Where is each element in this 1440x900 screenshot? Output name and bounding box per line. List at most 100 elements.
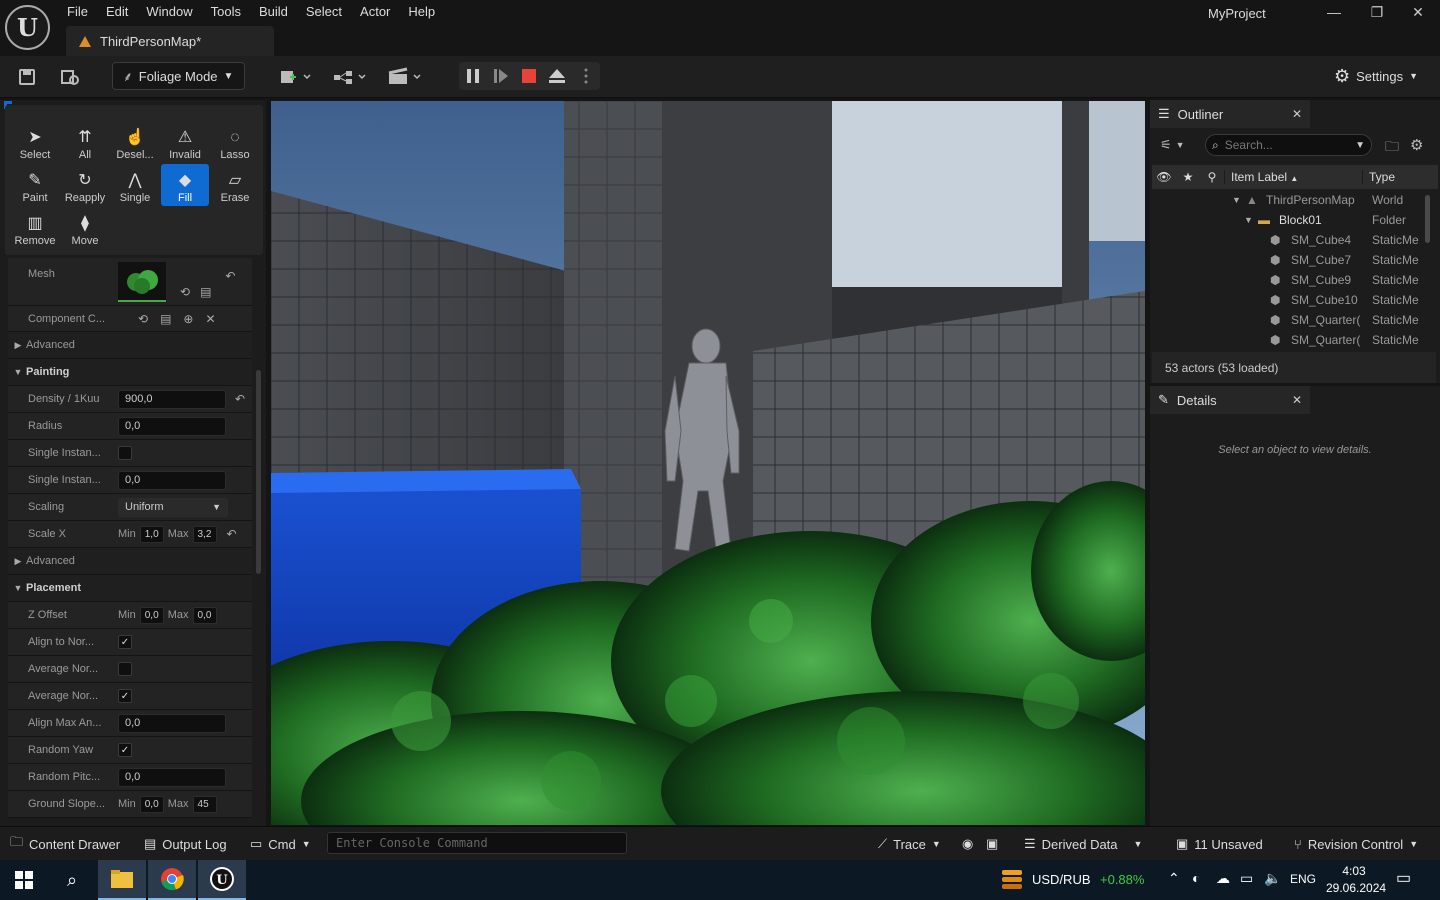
close-window-button[interactable]: ✕ xyxy=(1398,0,1438,24)
record-icon[interactable]: ◉ xyxy=(962,834,973,854)
tool-lasso[interactable]: ◌ Lasso xyxy=(211,121,259,163)
random-pitch-field[interactable]: 0,0 xyxy=(118,767,226,787)
single-instance-checkbox[interactable] xyxy=(118,446,132,460)
tree-row[interactable]: ⬢ SM_Cube10 StaticMe xyxy=(1152,290,1422,310)
tool-paint[interactable]: ✎ Paint xyxy=(11,164,59,206)
random-yaw-checkbox[interactable]: ✓ xyxy=(118,743,132,757)
eye-icon[interactable]: 👁 xyxy=(1152,170,1176,184)
pause-icon[interactable] xyxy=(459,62,487,90)
tool-invalid[interactable]: ⚠ Invalid xyxy=(161,121,209,163)
chrome-icon[interactable] xyxy=(148,860,196,900)
output-log-button[interactable]: ▤ Output Log xyxy=(144,834,227,854)
tree-row[interactable]: ⬢ SM_Cube4 StaticMe xyxy=(1152,230,1422,250)
settings-button[interactable]: ⚙ Settings ▼ xyxy=(1334,62,1418,90)
close-icon[interactable]: ✕ xyxy=(1292,393,1302,407)
tool-erase[interactable]: ▱ Erase xyxy=(211,164,259,206)
advanced-section-2[interactable]: ▶ Advanced xyxy=(8,548,252,575)
new-folder-icon[interactable]: 🗀 xyxy=(1385,136,1399,160)
tree-row[interactable]: ⬢ SM_Cube7 StaticMe xyxy=(1152,250,1422,270)
reset-to-default-icon[interactable]: ↶ xyxy=(227,527,237,541)
placement-section[interactable]: ▼ Placement xyxy=(8,575,252,602)
console-command-input[interactable]: Enter Console Command xyxy=(327,832,627,854)
stop-icon[interactable] xyxy=(515,62,543,90)
ground-slope-min-field[interactable]: 0,0 xyxy=(139,795,164,813)
tree-row[interactable]: ⬢ SM_Quarter( StaticMe xyxy=(1152,310,1422,330)
reset-to-default-icon[interactable]: ↶ xyxy=(225,269,235,283)
reset-arrow-icon[interactable]: ⟲ xyxy=(180,285,190,299)
more-options-icon[interactable] xyxy=(571,62,600,90)
ticker-symbol[interactable]: USD/RUB xyxy=(1032,872,1091,887)
menu-build[interactable]: Build xyxy=(250,0,297,24)
trace-dropdown[interactable]: ⟋ Trace ▼ xyxy=(878,834,941,854)
content-drawer-button[interactable]: 🗀 Content Drawer xyxy=(10,834,120,854)
clear-icon[interactable]: ✕ xyxy=(205,312,215,326)
windows-start-icon[interactable] xyxy=(0,860,48,900)
tool-remove[interactable]: ▥ Remove xyxy=(11,207,59,249)
menu-window[interactable]: Window xyxy=(137,0,201,24)
tree-row[interactable]: ▼ ▲ ThirdPersonMap World xyxy=(1152,190,1422,210)
pin-icon[interactable]: ⚲ xyxy=(1200,170,1224,184)
eject-icon[interactable] xyxy=(543,62,571,90)
type-column[interactable]: Type xyxy=(1362,170,1395,184)
average-normal-checkbox[interactable] xyxy=(118,662,132,676)
notification-icon[interactable]: ▭ xyxy=(1396,868,1411,888)
mode-dropdown[interactable]: ⸙ Foliage Mode ▼ xyxy=(112,62,245,90)
unsaved-button[interactable]: ▣ 11 Unsaved xyxy=(1176,834,1263,854)
advanced-section[interactable]: ▶ Advanced xyxy=(8,332,252,359)
browse-icon[interactable] xyxy=(56,64,84,90)
tree-row[interactable]: ⬢ SM_Quarter( StaticMe xyxy=(1152,330,1422,350)
tool-select[interactable]: ➤ Select xyxy=(11,121,59,163)
ground-slope-max-field[interactable]: 45 xyxy=(192,795,217,813)
level-viewport[interactable] xyxy=(271,101,1145,825)
component-browse-icon[interactable]: ▤ xyxy=(160,312,171,326)
clock[interactable]: 4:03 29.06.2024 xyxy=(1326,863,1386,897)
details-scrollbar[interactable] xyxy=(256,370,261,574)
restore-button[interactable]: ❐ xyxy=(1357,0,1397,24)
search-icon[interactable]: ⌕ xyxy=(48,860,96,900)
single-instance-field[interactable]: 0,0 xyxy=(118,470,226,490)
browse-asset-icon[interactable]: ▤ xyxy=(200,285,211,299)
scaling-dropdown[interactable]: Uniform ▼ xyxy=(118,497,228,517)
derived-data-button[interactable]: ☰ Derived Data ▼ xyxy=(1024,834,1142,854)
gear-icon[interactable]: ⚙ xyxy=(1410,136,1423,154)
blueprint-icon[interactable] xyxy=(330,64,370,90)
cloud-icon[interactable]: ☁ xyxy=(1216,870,1230,887)
align-max-angle-field[interactable]: 0,0 xyxy=(118,713,226,733)
tool-single[interactable]: ⋀ Single xyxy=(111,164,159,206)
menu-file[interactable]: File xyxy=(58,0,97,24)
volume-icon[interactable]: 🔈 xyxy=(1264,870,1281,887)
cinematics-icon[interactable] xyxy=(385,64,425,90)
tool-move[interactable]: ⧫ Move xyxy=(61,207,109,249)
language-indicator[interactable]: ENG xyxy=(1290,872,1316,886)
menu-edit[interactable]: Edit xyxy=(97,0,137,24)
tool-deselect[interactable]: ☝ Desel... xyxy=(111,121,159,163)
menu-help[interactable]: Help xyxy=(399,0,444,24)
revision-control-button[interactable]: ⑂ Revision Control ▼ xyxy=(1294,834,1418,854)
reset-to-default-icon[interactable]: ↶ xyxy=(235,392,245,406)
tree-row[interactable]: ▼ ▬ Block01 Folder xyxy=(1152,210,1422,230)
scale-x-min-field[interactable]: 1,0 xyxy=(139,525,164,543)
mesh-thumbnail[interactable] xyxy=(118,261,166,302)
cmd-dropdown[interactable]: ▭ Cmd ▼ xyxy=(250,834,311,854)
close-icon[interactable]: ✕ xyxy=(1292,107,1302,121)
component-use-icon[interactable]: ⟲ xyxy=(138,312,148,326)
outliner-search-input[interactable]: ⌕ Search... ▼ xyxy=(1205,134,1372,156)
tool-reapply[interactable]: ↻ Reapply xyxy=(61,164,109,206)
screenshot-icon[interactable]: ▣ xyxy=(986,834,998,854)
outliner-tab[interactable]: ☰ Outliner ✕ xyxy=(1150,100,1310,128)
tree-row[interactable]: ⬢ SM_Cube9 StaticMe xyxy=(1152,270,1422,290)
unreal-taskbar-icon[interactable]: U xyxy=(198,860,246,900)
details-tab[interactable]: ✎ Details ✕ xyxy=(1150,386,1310,414)
step-frame-icon[interactable] xyxy=(487,62,515,90)
scale-x-max-field[interactable]: 3,2 xyxy=(192,525,217,543)
menu-select[interactable]: Select xyxy=(297,0,351,24)
painting-section[interactable]: ▼ Painting xyxy=(8,359,252,386)
tool-fill[interactable]: ◆ Fill xyxy=(161,164,209,206)
add-actor-icon[interactable] xyxy=(275,64,315,90)
file-explorer-icon[interactable] xyxy=(98,860,146,900)
outliner-scrollbar[interactable] xyxy=(1425,195,1430,243)
level-tab[interactable]: ThirdPersonMap* xyxy=(66,26,274,56)
tool-select-all[interactable]: ⇈ All xyxy=(61,121,109,163)
network-icon[interactable]: ◐ xyxy=(1192,870,1200,886)
align-normal-checkbox[interactable]: ✓ xyxy=(118,635,132,649)
